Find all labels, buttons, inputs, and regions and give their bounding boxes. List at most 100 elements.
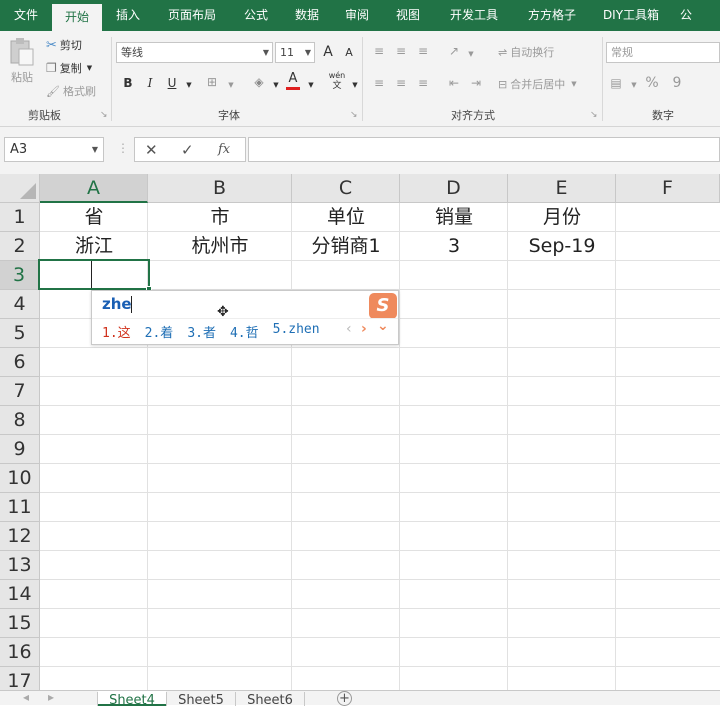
fill-color-button[interactable]: ◈ [250,73,268,91]
align-top-button[interactable]: ≡ [370,42,388,60]
row-header-15[interactable]: 15 [0,609,40,638]
merge-center-button[interactable]: ⊟ 合并后居中 ▼ [498,76,577,92]
row-header-6[interactable]: 6 [0,348,40,377]
cell-d1[interactable]: 销量 [400,203,508,232]
row-header-12[interactable]: 12 [0,522,40,551]
ime-candidate-1[interactable]: 1.这 [102,322,131,341]
row-header-14[interactable]: 14 [0,580,40,609]
tab-data[interactable]: 数据 [282,0,332,31]
tab-view[interactable]: 视图 [382,0,434,31]
cell-e2[interactable]: Sep-19 [508,232,616,261]
ime-candidate-2[interactable]: 2.着 [145,322,174,341]
ime-candidate-4[interactable]: 4.哲 [230,322,259,341]
ime-prev-page-icon[interactable]: ‹ [346,321,352,337]
comma-button[interactable]: 9 [668,74,686,92]
borders-dropdown-icon[interactable]: ▼ [222,76,240,94]
column-header-a[interactable]: A [40,174,148,203]
tab-more[interactable]: 公 [672,0,700,31]
borders-button[interactable]: ⊞ [203,73,221,91]
column-header-b[interactable]: B [148,174,292,203]
align-bottom-button[interactable]: ≡ [414,42,432,60]
enter-icon[interactable]: ✓ [181,141,194,159]
tab-file[interactable]: 文件 [0,0,52,31]
row-header-9[interactable]: 9 [0,435,40,464]
cell-c2[interactable]: 分销商1 [292,232,400,261]
cell-b2[interactable]: 杭州市 [148,232,292,261]
column-header-c[interactable]: C [292,174,400,203]
orientation-dropdown-icon[interactable]: ▼ [462,45,480,63]
underline-dropdown-icon[interactable]: ▼ [180,76,198,94]
paste-button[interactable]: 粘贴 [9,37,35,85]
copy-button[interactable]: ❐ 复制 ▼ [46,60,92,76]
font-launcher-icon[interactable]: ↘ [350,110,358,120]
underline-button[interactable]: U [163,74,181,92]
accounting-button[interactable]: ▤ [607,74,625,92]
cancel-icon[interactable]: ✕ [145,141,158,159]
alignment-launcher-icon[interactable]: ↘ [590,110,598,120]
tab-review[interactable]: 审阅 [332,0,382,31]
font-name-select[interactable]: 等线 ▼ [116,42,273,63]
number-format-select[interactable]: 常规 [606,42,720,63]
tab-formulas[interactable]: 公式 [230,0,282,31]
tab-home[interactable]: 开始 [52,4,102,31]
wrap-text-button[interactable]: ⇌ 自动换行 [498,44,554,60]
copy-dropdown-icon[interactable]: ▼ [87,64,92,72]
cell-a2[interactable]: 浙江 [40,232,148,261]
italic-button[interactable]: I [141,74,159,92]
sogou-logo-icon[interactable]: S [369,293,397,319]
insert-function-icon[interactable]: fx [218,142,230,157]
format-painter-button[interactable]: 🖌 格式刷 [46,83,96,99]
cut-button[interactable]: ✂ 剪切 [46,37,82,53]
formula-input[interactable] [248,137,720,162]
tab-developer[interactable]: 开发工具 [434,0,514,31]
phonetic-button[interactable]: wén 文 [326,71,348,91]
row-header-11[interactable]: 11 [0,493,40,522]
row-header-17[interactable]: 17 [0,667,40,690]
align-right-button[interactable]: ≡ [414,74,432,92]
accounting-dropdown-icon[interactable]: ▼ [625,76,643,94]
font-size-select[interactable]: 11 ▼ [275,42,315,63]
cell-c1[interactable]: 单位 [292,203,400,232]
tab-insert[interactable]: 插入 [102,0,154,31]
column-header-e[interactable]: E [508,174,616,203]
bold-button[interactable]: B [119,74,137,92]
row-header-10[interactable]: 10 [0,464,40,493]
name-box[interactable]: A3 ▼ [4,137,104,162]
cell-e1[interactable]: 月份 [508,203,616,232]
select-all-button[interactable] [0,174,40,203]
row-header-16[interactable]: 16 [0,638,40,667]
clipboard-launcher-icon[interactable]: ↘ [100,110,108,120]
row-header-5[interactable]: 5 [0,319,40,348]
sheet-tab-sheet6[interactable]: Sheet6 [236,691,304,706]
add-sheet-button[interactable]: + [337,691,352,706]
sheet-tab-sheet5[interactable]: Sheet5 [167,691,235,706]
row-header-1[interactable]: 1 [0,203,40,232]
tab-diy-toolbox[interactable]: DIY工具箱 [590,0,672,31]
tab-fangfang[interactable]: 方方格子 [514,0,590,31]
grow-font-button[interactable]: A [319,43,337,61]
tab-page-layout[interactable]: 页面布局 [154,0,230,31]
decrease-indent-button[interactable]: ⇤ [445,74,463,92]
percent-button[interactable]: % [643,74,661,92]
orientation-button[interactable]: ↗ [445,42,463,60]
ime-expand-icon[interactable]: ⌄ [377,318,389,334]
column-header-d[interactable]: D [400,174,508,203]
column-header-f[interactable]: F [616,174,720,203]
merge-dropdown-icon[interactable]: ▼ [571,80,576,88]
row-header-2[interactable]: 2 [0,232,40,261]
align-left-button[interactable]: ≡ [370,74,388,92]
fill-color-dropdown-icon[interactable]: ▼ [267,76,285,94]
sheet-tab-sheet4[interactable]: Sheet4 [98,691,166,706]
cell-b1[interactable]: 市 [148,203,292,232]
shrink-font-button[interactable]: A [340,44,358,62]
align-middle-button[interactable]: ≡ [392,42,410,60]
increase-indent-button[interactable]: ⇥ [467,74,485,92]
row-header-8[interactable]: 8 [0,406,40,435]
scroll-prev-sheet-icon[interactable]: ◂ [23,690,29,704]
cell-d2[interactable]: 3 [400,232,508,261]
row-header-4[interactable]: 4 [0,290,40,319]
ime-next-page-icon[interactable]: › [361,321,367,337]
font-color-button[interactable]: A [284,72,302,90]
cell-a1[interactable]: 省 [40,203,148,232]
row-header-13[interactable]: 13 [0,551,40,580]
